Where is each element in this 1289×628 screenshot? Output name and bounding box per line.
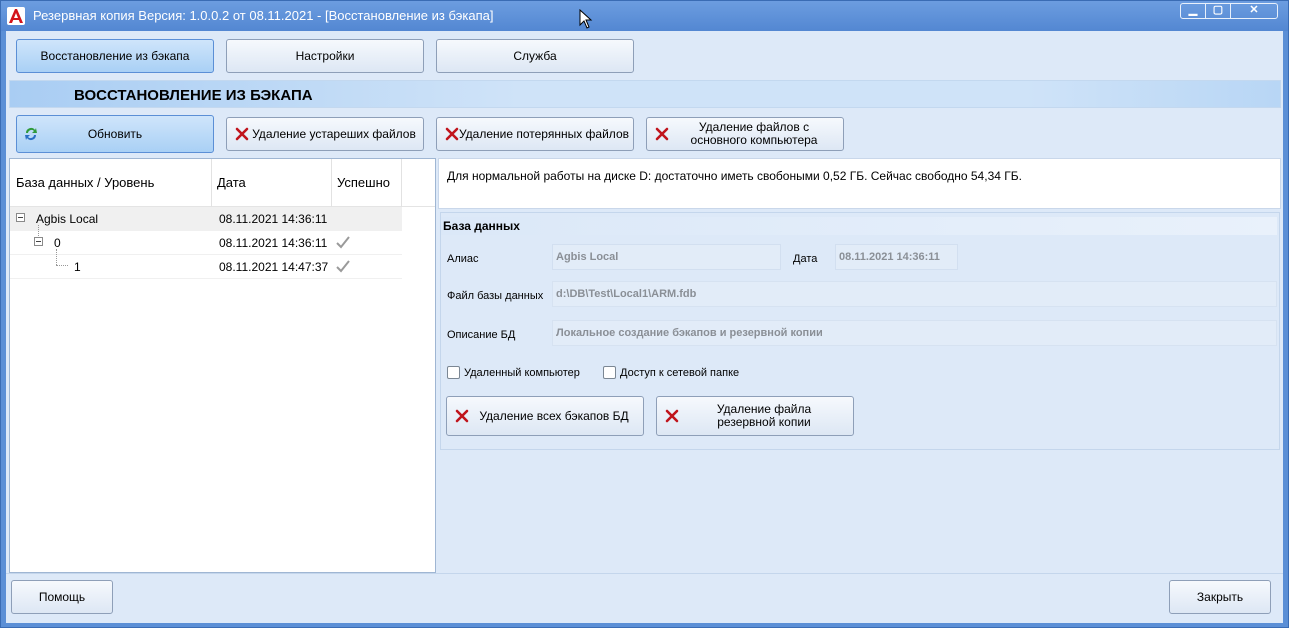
details-panel: Для нормальной работы на диске D: достат… bbox=[438, 158, 1281, 573]
help-button[interactable]: Помощь bbox=[11, 580, 113, 614]
network-share-checkbox[interactable] bbox=[603, 366, 616, 379]
database-group: База данных Алиас Agbis Local Дата 08.11… bbox=[440, 212, 1280, 450]
column-header-database[interactable]: База данных / Уровень bbox=[10, 159, 154, 207]
delete-icon bbox=[445, 127, 459, 141]
minimize-button[interactable]: ▁ bbox=[1181, 4, 1206, 18]
alias-label: Алиас bbox=[447, 253, 479, 265]
remote-computer-label[interactable]: Удаленный компьютер bbox=[464, 367, 580, 379]
window-title: Резервная копия Версия: 1.0.0.2 от 08.11… bbox=[33, 8, 494, 23]
date-field[interactable]: 08.11.2021 14:36:11 bbox=[835, 244, 958, 270]
tree-row-name: 1 bbox=[74, 260, 81, 274]
title-bar[interactable]: Резервная копия Версия: 1.0.0.2 от 08.11… bbox=[1, 1, 1288, 31]
maximize-button[interactable]: ▢ bbox=[1206, 4, 1231, 18]
tree-row[interactable]: 1 08.11.2021 14:47:37 bbox=[10, 255, 402, 279]
column-header-date[interactable]: Дата bbox=[211, 159, 246, 207]
checkmark-icon bbox=[336, 236, 350, 249]
delete-icon bbox=[235, 127, 249, 141]
column-divider bbox=[401, 159, 402, 207]
section-title: ВОССТАНОВЛЕНИЕ ИЗ БЭКАПА bbox=[74, 87, 313, 104]
delete-icon bbox=[655, 127, 669, 141]
delete-icon bbox=[455, 409, 469, 423]
delete-old-files-button[interactable]: Удаление устареших файлов bbox=[226, 117, 424, 151]
date-label: Дата bbox=[793, 253, 818, 265]
db-description-label: Описание БД bbox=[447, 329, 516, 341]
refresh-label: Обновить bbox=[87, 126, 143, 141]
tree-row-name: Agbis Local bbox=[36, 212, 99, 226]
tab-restore[interactable]: Восстановление из бэкапа bbox=[16, 39, 214, 73]
refresh-icon bbox=[25, 128, 37, 140]
remote-computer-checkbox[interactable] bbox=[447, 366, 460, 379]
tree-row-name: 0 bbox=[54, 236, 61, 250]
alias-field[interactable]: Agbis Local bbox=[552, 244, 781, 270]
checkmark-icon bbox=[336, 260, 350, 273]
collapse-icon[interactable] bbox=[16, 213, 25, 222]
delete-lost-files-button[interactable]: Удаление потерянных файлов bbox=[436, 117, 634, 151]
delete-all-backups-label: Удаление всех бэкапов БД bbox=[479, 408, 629, 423]
group-title-bar bbox=[441, 217, 1277, 235]
tree-row[interactable]: 0 08.11.2021 14:36:11 bbox=[10, 231, 402, 255]
section-header: ВОССТАНОВЛЕНИЕ ИЗ БЭКАПА bbox=[9, 80, 1281, 108]
tree-row-date: 08.11.2021 14:36:11 bbox=[219, 236, 328, 250]
db-file-field[interactable]: d:\DB\Test\Local1\ARM.fdb bbox=[552, 281, 1277, 307]
backup-tree[interactable]: База данных / Уровень Дата Успешно Agbis… bbox=[9, 158, 436, 573]
mouse-cursor-icon bbox=[579, 9, 593, 29]
db-description-field[interactable]: Локальное создание бэкапов и резервной к… bbox=[552, 320, 1277, 346]
app-window: Резервная копия Версия: 1.0.0.2 от 08.11… bbox=[0, 0, 1289, 628]
delete-icon bbox=[665, 409, 679, 423]
database-group-title: База данных bbox=[443, 219, 520, 233]
column-header-success[interactable]: Успешно bbox=[331, 159, 390, 207]
tree-row-date: 08.11.2021 14:47:37 bbox=[219, 260, 329, 274]
delete-backup-file-label: Удаление файла резервной копии bbox=[716, 402, 812, 429]
network-share-label[interactable]: Доступ к сетевой папке bbox=[620, 367, 739, 379]
tree-header: База данных / Уровень Дата Успешно bbox=[10, 159, 435, 207]
tab-settings[interactable]: Настройки bbox=[226, 39, 424, 73]
tab-service[interactable]: Служба bbox=[436, 39, 634, 73]
delete-old-files-label: Удаление устареших файлов bbox=[252, 126, 416, 141]
refresh-button[interactable]: Обновить bbox=[16, 115, 214, 153]
delete-main-computer-files-label: Удаление файлов с основного компьютера bbox=[690, 120, 818, 147]
footer-bar: Помощь Закрыть bbox=[6, 573, 1283, 623]
delete-backup-file-button[interactable]: Удаление файла резервной копии bbox=[656, 396, 854, 436]
delete-lost-files-label: Удаление потерянных файлов bbox=[458, 126, 629, 141]
collapse-icon[interactable] bbox=[34, 237, 43, 246]
tree-row[interactable]: Agbis Local 08.11.2021 14:36:11 bbox=[10, 207, 402, 231]
close-button[interactable]: Закрыть bbox=[1169, 580, 1271, 614]
app-logo-icon bbox=[7, 7, 25, 25]
window-controls: ▁ ▢ ✕ bbox=[1180, 3, 1278, 19]
client-area: Восстановление из бэкапа Настройки Служб… bbox=[6, 31, 1283, 623]
db-file-label: Файл базы данных bbox=[447, 290, 544, 302]
disk-info-message: Для нормальной работы на диске D: достат… bbox=[447, 169, 1022, 183]
delete-all-backups-button[interactable]: Удаление всех бэкапов БД bbox=[446, 396, 644, 436]
disk-info-box: Для нормальной работы на диске D: достат… bbox=[438, 158, 1281, 209]
close-window-button[interactable]: ✕ bbox=[1231, 4, 1277, 18]
delete-main-computer-files-button[interactable]: Удаление файлов с основного компьютера bbox=[646, 117, 844, 151]
tree-row-date: 08.11.2021 14:36:11 bbox=[219, 212, 328, 226]
